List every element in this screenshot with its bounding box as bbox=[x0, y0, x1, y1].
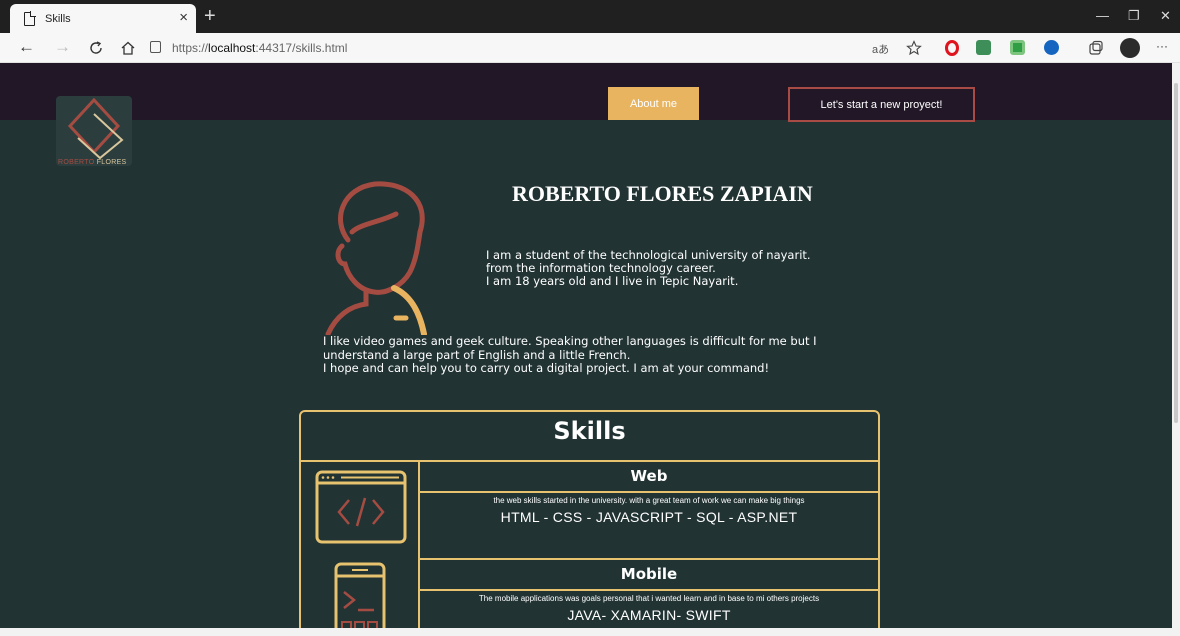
vertical-scrollbar[interactable] bbox=[1172, 63, 1180, 636]
extension-icon[interactable] bbox=[1010, 40, 1025, 55]
profile-avatar[interactable] bbox=[1120, 38, 1140, 58]
extension-icon[interactable] bbox=[1044, 40, 1059, 55]
avatar-icon bbox=[325, 181, 427, 335]
page-title: ROBERTO FLORES ZAPIAIN bbox=[512, 181, 813, 206]
bio-text: I like video games and geek culture. Spe… bbox=[323, 334, 817, 376]
tab-close-button[interactable]: × bbox=[179, 9, 188, 26]
mobile-phone-icon bbox=[334, 562, 386, 636]
read-aloud-icon[interactable]: aあ bbox=[872, 41, 889, 57]
logo-text: ROBERTO FLORES bbox=[58, 159, 127, 166]
bio-line: I like video games and geek culture. Spe… bbox=[323, 334, 817, 348]
close-window-button[interactable]: ✕ bbox=[1160, 8, 1171, 24]
scrollbar-thumb[interactable] bbox=[1174, 83, 1178, 423]
address-bar: ← → https://localhost:44317/skills.html … bbox=[0, 33, 1180, 63]
site-header bbox=[0, 63, 1172, 120]
tab-title: Skills bbox=[45, 12, 71, 25]
web-skill-title: Web bbox=[420, 462, 878, 493]
browser-tab[interactable]: Skills × bbox=[10, 4, 196, 33]
intro-line: I am 18 years old and I live in Tepic Na… bbox=[486, 274, 739, 288]
url-text[interactable]: https://localhost:44317/skills.html bbox=[172, 41, 347, 55]
code-window-icon bbox=[315, 470, 407, 544]
extension-icon[interactable] bbox=[976, 40, 991, 55]
skills-title: Skills bbox=[301, 412, 878, 462]
start-project-button[interactable]: Let's start a new proyect! bbox=[788, 87, 975, 122]
page-icon bbox=[24, 10, 36, 26]
about-me-button[interactable]: About me bbox=[608, 87, 699, 120]
restore-button[interactable]: ❐ bbox=[1128, 8, 1140, 24]
minimize-button[interactable]: — bbox=[1096, 8, 1109, 23]
mobile-skill-description: The mobile applications was goals person… bbox=[478, 594, 820, 603]
mobile-skill-title: Mobile bbox=[420, 560, 878, 591]
more-menu-button[interactable]: ··· bbox=[1156, 39, 1168, 53]
new-tab-button[interactable]: + bbox=[204, 5, 216, 28]
web-skill-list: HTML - CSS - JAVASCRIPT - SQL - ASP.NET bbox=[500, 509, 798, 525]
lock-icon bbox=[150, 41, 161, 53]
forward-icon[interactable]: → bbox=[54, 37, 71, 57]
bio-line: understand a large part of English and a… bbox=[323, 347, 631, 362]
opera-icon[interactable] bbox=[944, 40, 960, 56]
browser-tab-bar: Skills × + — ❐ ✕ bbox=[0, 0, 1180, 33]
collections-icon[interactable] bbox=[1088, 40, 1104, 56]
intro-text: I am a student of the technological univ… bbox=[486, 249, 811, 288]
horizontal-scrollbar[interactable] bbox=[0, 628, 1172, 636]
home-icon[interactable] bbox=[120, 40, 136, 56]
web-skill-description: the web skills started in the university… bbox=[493, 496, 805, 505]
page-content: ROBERTO FLORES About me Let's start a ne… bbox=[0, 63, 1172, 636]
favorite-icon[interactable] bbox=[906, 40, 922, 56]
back-icon[interactable]: ← bbox=[18, 37, 35, 57]
site-logo[interactable] bbox=[56, 96, 132, 166]
refresh-icon[interactable] bbox=[88, 40, 104, 56]
logo-diamond-icon bbox=[67, 97, 124, 160]
mobile-skill-list: JAVA- XAMARIN- SWIFT bbox=[567, 607, 731, 623]
skills-section: Skills Web the web skills started in the… bbox=[299, 410, 880, 636]
bio-line: I hope and can help you to carry out a d… bbox=[323, 361, 770, 375]
